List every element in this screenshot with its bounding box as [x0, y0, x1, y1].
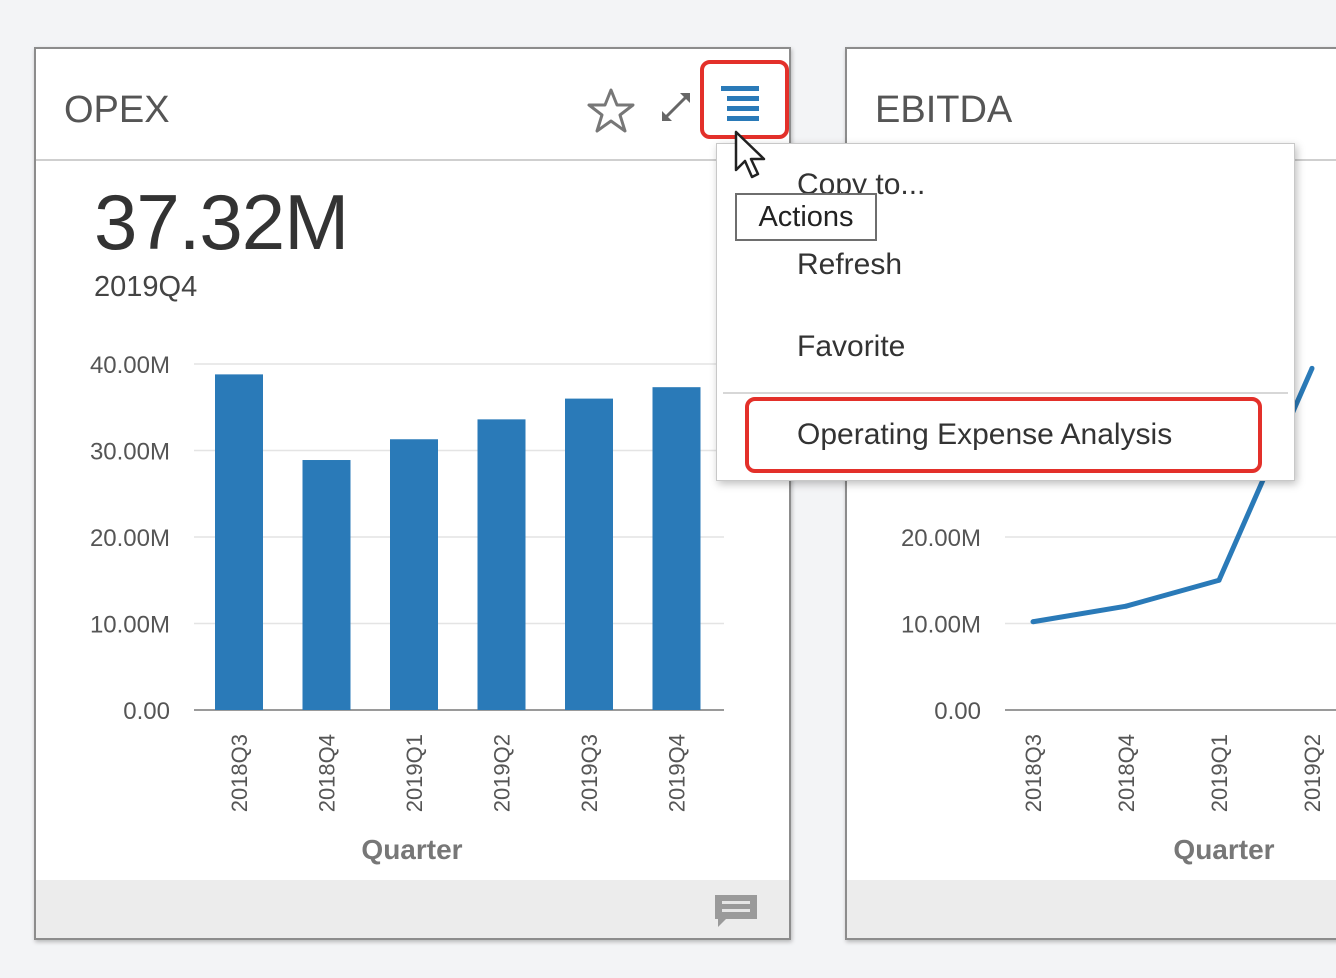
menu-item-favorite[interactable]: Favorite	[797, 330, 905, 364]
bar[interactable]	[390, 439, 438, 710]
bar[interactable]	[477, 419, 526, 710]
y-tick-label: 20.00M	[90, 525, 170, 552]
menu-item-highlight	[745, 397, 1262, 473]
actions-tooltip: Actions	[735, 193, 877, 241]
y-tick-label: 10.00M	[90, 612, 170, 639]
line-point[interactable]	[1123, 603, 1129, 609]
menu-item-refresh[interactable]: Refresh	[797, 248, 902, 282]
y-tick-label: 40.00M	[90, 352, 170, 379]
y-tick-label: 0.00	[123, 698, 170, 725]
actions-icon-highlight	[700, 60, 789, 139]
y-tick-label: 20.00M	[901, 525, 981, 552]
star-icon[interactable]	[585, 86, 637, 136]
x-tick-label: 2018Q4	[1114, 734, 1139, 812]
ebitda-x-axis-title: Quarter	[1173, 834, 1274, 865]
x-tick-label: 2019Q1	[1207, 734, 1232, 812]
bar[interactable]	[215, 374, 263, 710]
bar[interactable]	[565, 398, 613, 710]
line-point[interactable]	[1309, 365, 1315, 371]
ebitda-card-title: EBITDA	[875, 89, 1013, 131]
bar[interactable]	[302, 460, 351, 710]
x-tick-label: 2018Q3	[1021, 734, 1046, 812]
mouse-pointer-icon	[734, 130, 766, 179]
opex-x-axis-title: Quarter	[361, 834, 462, 865]
opex-card-title: OPEX	[64, 89, 170, 131]
kpi-value: 37.32M	[94, 178, 349, 266]
comment-icon[interactable]	[712, 892, 760, 930]
ebitda-card-footer	[847, 880, 1336, 938]
opex-card-header: OPEX	[36, 49, 789, 161]
opex-card-footer	[36, 880, 789, 938]
y-tick-label: 30.00M	[90, 439, 170, 466]
y-tick-label: 10.00M	[901, 612, 981, 639]
opex-card: OPEX 37.32M 2019Q4 0.00 10.00M 20.00M 30.00…	[34, 47, 791, 940]
line-point[interactable]	[1216, 577, 1222, 583]
x-tick-label: 2019Q2	[490, 734, 515, 812]
menu-separator	[723, 392, 1288, 394]
x-tick-label: 2019Q3	[577, 734, 602, 812]
bar[interactable]	[652, 387, 701, 710]
y-tick-label: 0.00	[934, 698, 981, 725]
x-tick-label: 2018Q4	[315, 734, 340, 812]
x-tick-label: 2018Q3	[227, 734, 252, 812]
expand-icon[interactable]	[656, 87, 696, 127]
x-tick-label: 2019Q1	[402, 734, 427, 812]
line-point[interactable]	[1030, 619, 1036, 625]
x-tick-label: 2019Q2	[1300, 734, 1325, 812]
x-tick-label: 2019Q4	[665, 734, 690, 812]
kpi-period: 2019Q4	[94, 271, 198, 303]
opex-bar-chart: 0.00 10.00M 20.00M 30.00M 40.00M 2018Q3 2018Q…	[90, 352, 724, 865]
